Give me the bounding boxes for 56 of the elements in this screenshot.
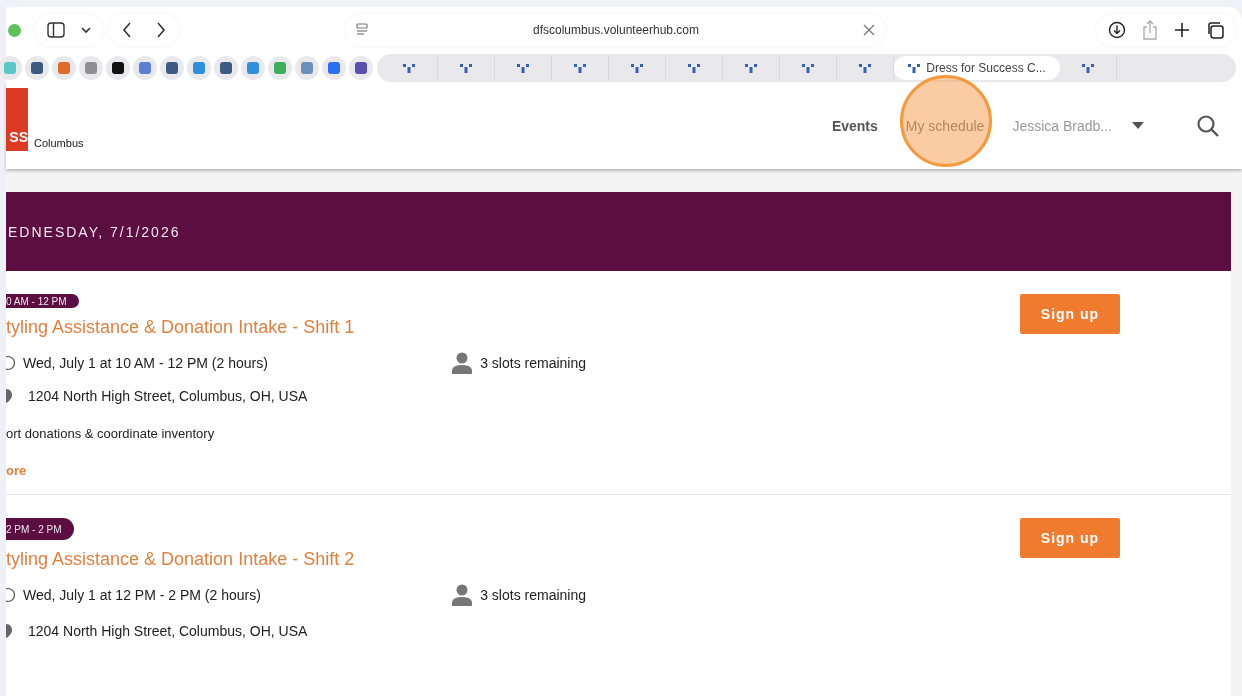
new-tab-icon[interactable] (1174, 22, 1190, 38)
clock-icon (6, 355, 15, 371)
logo[interactable]: SS (6, 88, 28, 151)
favicon-icon (745, 63, 757, 73)
org-name: Columbus (34, 137, 84, 151)
user-menu[interactable]: Jessica Bradb... (1012, 118, 1144, 134)
caret-icon (1132, 122, 1144, 130)
favicon-icon (802, 63, 814, 73)
address-bar[interactable]: dfscolumbus.volunteerhub.com (345, 14, 885, 46)
event-time: Wed, July 1 at 12 PM - 2 PM (2 hours) (23, 587, 261, 603)
chevron-down-icon (81, 26, 91, 34)
close-icon[interactable] (863, 24, 875, 36)
favicon-icon (859, 63, 871, 73)
favicon-icon (460, 63, 472, 73)
window-zoom-dot[interactable] (8, 23, 21, 37)
bookmark-icon[interactable] (214, 56, 238, 80)
favicon-icon (403, 63, 415, 73)
event-location: 1204 North High Street, Columbus, OH, USA (28, 623, 308, 639)
forward-icon[interactable] (155, 21, 167, 39)
search-icon[interactable] (1196, 114, 1220, 138)
favicon-icon (908, 63, 921, 73)
location-pin-icon (6, 388, 13, 404)
slots-remaining: 3 slots remaining (480, 355, 586, 371)
sidebar-icon (47, 22, 65, 38)
slots-remaining: 3 slots remaining (480, 587, 586, 603)
favicon-icon (688, 63, 700, 73)
time-badge: 0 AM - 12 PM (6, 294, 79, 308)
day-heading: EDNESDAY, 7/1/2026 (7, 223, 181, 240)
favicon-icon (631, 63, 643, 73)
clock-icon (6, 587, 15, 603)
sign-up-button[interactable]: Sign up (1020, 518, 1120, 558)
location-pin-icon (6, 623, 13, 639)
bookmark-icon[interactable] (349, 56, 373, 80)
event-title[interactable]: tyling Assistance & Donation Intake - Shift 1 (6, 317, 355, 338)
event-title[interactable]: tyling Assistance & Donation Intake - Shift 2 (6, 549, 355, 570)
sidebar-button[interactable] (35, 14, 103, 46)
bookmark-icon[interactable] (106, 56, 130, 80)
back-icon[interactable] (121, 21, 133, 39)
favicon-icon (1082, 63, 1094, 73)
browser-tab[interactable]: Dress for Success C... (894, 56, 1060, 80)
download-icon[interactable] (1108, 21, 1126, 39)
event-description: ort donations & coordinate inventory (6, 426, 215, 441)
favicon-icon (517, 63, 529, 73)
event-time: Wed, July 1 at 10 AM - 12 PM (2 hours) (23, 355, 268, 371)
event-location: 1204 North High Street, Columbus, OH, USA (28, 388, 308, 404)
tabs-overview-icon[interactable] (1206, 21, 1224, 39)
person-icon (452, 584, 473, 606)
sign-up-button[interactable]: Sign up (1020, 294, 1120, 334)
favicon-icon (574, 63, 586, 73)
nav-link[interactable]: Events (831, 118, 878, 134)
bookmark-icon[interactable] (160, 56, 184, 80)
person-icon (452, 352, 473, 374)
time-badge: 2 PM - 2 PM (6, 518, 74, 540)
read-more-link[interactable]: ore (6, 463, 27, 478)
nav-link[interactable]: My schedule (905, 118, 985, 134)
bookmark-icon[interactable] (25, 56, 49, 80)
